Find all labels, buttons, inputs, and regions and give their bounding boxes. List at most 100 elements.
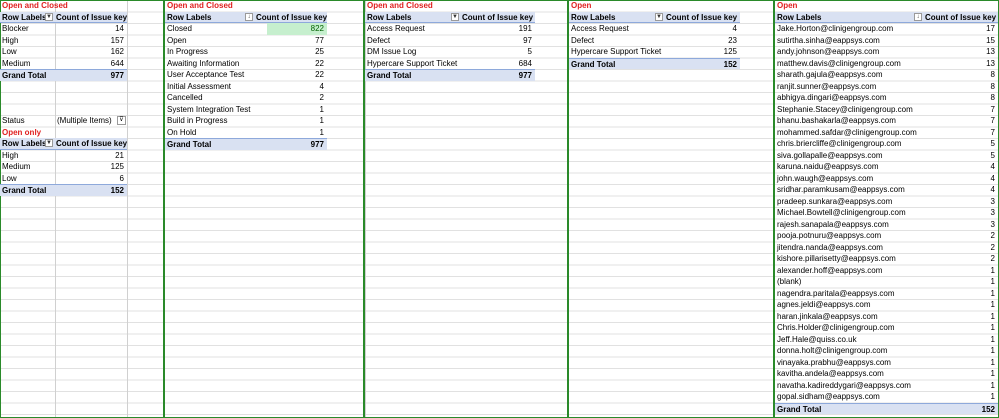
row-label: (blank) xyxy=(777,277,802,286)
pivot-row[interactable]: sharath.gajula@eappsys.com 8 xyxy=(775,69,998,81)
chevron-down-icon[interactable]: ▼ xyxy=(451,12,459,21)
row-value: 191 xyxy=(518,24,532,33)
row-label: High xyxy=(2,150,19,160)
pivot-row[interactable]: Stephanie.Stacey@clinigengroup.com 7 xyxy=(775,104,998,116)
pivot-row[interactable]: gopal.sidham@eappsys.com 1 xyxy=(775,391,998,403)
pivot-row[interactable]: Jake.Horton@clinigengroup.com 17 xyxy=(775,23,998,35)
row-value: 6 xyxy=(119,173,124,183)
grand-total-row: Grand Total 977 xyxy=(165,138,327,150)
pivot-row[interactable]: Chris.Holder@clinigengroup.com 1 xyxy=(775,322,998,334)
pivot-row[interactable]: sridhar.paramkusam@eappsys.com 4 xyxy=(775,184,998,196)
header-row-labels: Row Labels xyxy=(367,12,412,22)
pivot-row[interactable]: Low 6 xyxy=(0,173,127,185)
pivot-row[interactable]: andy.johnson@eappsys.com 13 xyxy=(775,46,998,58)
grand-total-row: Grand Total 152 xyxy=(0,184,127,196)
pivot-row[interactable]: Jeff.Hale@quiss.co.uk 1 xyxy=(775,334,998,346)
row-value: 5 xyxy=(990,139,995,148)
pivot-row[interactable]: chris.briercliffe@clinigengroup.com 5 xyxy=(775,138,998,150)
row-label: pradeep.sunkara@eappsys.com xyxy=(777,196,893,206)
pivot-issue-type: Open and Closed Row Labels ▼ Count of Is… xyxy=(365,0,535,81)
pivot-row[interactable]: In Progress 25 xyxy=(165,46,327,58)
total-label: Grand Total xyxy=(167,140,212,149)
row-value: 5 xyxy=(527,47,532,56)
pivot-row[interactable]: System Integration Test 1 xyxy=(165,104,327,116)
row-label: nagendra.paritala@eappsys.com xyxy=(777,288,895,298)
pivot-row[interactable]: Awaiting Information 22 xyxy=(165,58,327,70)
pivot-row[interactable]: Access Request 191 xyxy=(365,23,535,35)
row-value: 15 xyxy=(986,35,995,45)
pivot-row[interactable]: nagendra.paritala@eappsys.com 1 xyxy=(775,288,998,300)
row-value: 17 xyxy=(986,24,995,33)
row-label: Jeff.Hale@quiss.co.uk xyxy=(777,334,857,344)
funnel-icon[interactable]: ⊽ xyxy=(117,116,126,125)
row-label: kavitha.andela@eappsys.com xyxy=(777,369,884,378)
pivot-row[interactable]: High 157 xyxy=(0,35,127,47)
pivot-row[interactable]: Build in Progress 1 xyxy=(165,115,327,127)
chevron-down-icon[interactable]: ▼ xyxy=(45,12,53,21)
pivot-row[interactable]: Access Request 4 xyxy=(569,23,740,35)
row-value-selected[interactable]: 822 xyxy=(266,23,327,35)
pivot-row[interactable]: abhigya.dingari@eappsys.com 8 xyxy=(775,92,998,104)
pivot-row[interactable]: kavitha.andela@eappsys.com 1 xyxy=(775,368,998,380)
row-value: 7 xyxy=(990,104,995,114)
pivot-row[interactable]: Open 77 xyxy=(165,35,327,47)
pivot-row[interactable]: jitendra.nanda@eappsys.com 2 xyxy=(775,242,998,254)
pivot-row[interactable]: bhanu.bashakarla@eappsys.com 7 xyxy=(775,115,998,127)
pivot-row[interactable]: Medium 644 xyxy=(0,58,127,70)
pivot-row[interactable]: ranjit.sunner@eappsys.com 8 xyxy=(775,81,998,93)
pivot-row[interactable]: pradeep.sunkara@eappsys.com 3 xyxy=(775,196,998,208)
row-label: kishore.pillarisetty@eappsys.com xyxy=(777,254,896,263)
sort-descending-icon[interactable]: ↓ xyxy=(914,12,922,21)
pivot-row[interactable]: karuna.naidu@eappsys.com 4 xyxy=(775,161,998,173)
row-label: vinayaka.prabhu@eappsys.com xyxy=(777,357,891,367)
pivot-row[interactable]: Cancelled 2 xyxy=(165,92,327,104)
pivot-row[interactable]: haran.jinkala@eappsys.com 1 xyxy=(775,311,998,323)
pivot-row[interactable]: agnes.jeldi@eappsys.com 1 xyxy=(775,299,998,311)
pivot-row[interactable]: Closed 822 xyxy=(165,23,327,35)
pivot-row[interactable]: john.waugh@eappsys.com 4 xyxy=(775,173,998,185)
pivot-row[interactable]: User Acceptance Test 22 xyxy=(165,69,327,81)
pivot-row[interactable]: rajesh.sanapala@eappsys.com 3 xyxy=(775,219,998,231)
pivot-row[interactable]: Defect 97 xyxy=(365,35,535,47)
pivot-row[interactable]: mohammed.safdar@clinigengroup.com 7 xyxy=(775,127,998,139)
row-label: On Hold xyxy=(167,127,197,137)
pivot-row[interactable]: donna.holt@clinigengroup.com 1 xyxy=(775,345,998,357)
pivot-row[interactable]: On Hold 1 xyxy=(165,127,327,139)
pivot-row[interactable]: Initial Assessment 4 xyxy=(165,81,327,93)
row-value: 157 xyxy=(110,35,124,45)
report-filter[interactable]: Status (Multiple Items) ⊽ xyxy=(0,115,127,127)
pivot-row[interactable]: Defect 23 xyxy=(569,35,740,47)
pivot-row[interactable]: Hypercare Support Ticket 684 xyxy=(365,58,535,70)
pivot-row[interactable]: kishore.pillarisetty@eappsys.com 2 xyxy=(775,253,998,265)
total-label: Grand Total xyxy=(571,59,616,69)
filter-label: Status xyxy=(2,116,25,125)
pivot-row[interactable]: pooja.potnuru@eappsys.com 2 xyxy=(775,230,998,242)
sort-descending-icon[interactable]: ↓ xyxy=(245,12,253,21)
pivot-row[interactable]: Blocker 14 xyxy=(0,23,127,35)
row-label: Jake.Horton@clinigengroup.com xyxy=(777,24,894,33)
pivot-row[interactable]: DM Issue Log 5 xyxy=(365,46,535,58)
pivot-row[interactable]: Low 162 xyxy=(0,46,127,58)
row-value: 14 xyxy=(115,24,124,33)
pivot-row[interactable]: High 21 xyxy=(0,150,127,162)
row-value: 8 xyxy=(990,70,995,79)
pivot-row[interactable]: Hypercare Support Ticket 125 xyxy=(569,46,740,58)
row-label: High xyxy=(2,35,19,45)
pivot-row[interactable]: matthew.davis@clinigengroup.com 13 xyxy=(775,58,998,70)
pivot-row[interactable]: siva.gollapalle@eappsys.com 5 xyxy=(775,150,998,162)
pivot-row[interactable]: vinayaka.prabhu@eappsys.com 1 xyxy=(775,357,998,369)
pivot-row[interactable]: Michael.Bowtell@clinigengroup.com 3 xyxy=(775,207,998,219)
pivot-row[interactable]: (blank) 1 xyxy=(775,276,998,288)
pivot-row[interactable]: alexander.hoff@eappsys.com 1 xyxy=(775,265,998,277)
row-label: DM Issue Log xyxy=(367,47,417,56)
pivot-row[interactable]: navatha.kadireddygari@eappsys.com 1 xyxy=(775,380,998,392)
chevron-down-icon[interactable]: ▼ xyxy=(45,139,53,147)
row-value: 125 xyxy=(110,162,124,171)
spreadsheet-grid[interactable]: Open and Closed Row Labels ▼ Count of Is… xyxy=(0,0,999,418)
pivot-row[interactable]: Medium 125 xyxy=(0,161,127,173)
row-label: sutirtha.sinha@eappsys.com xyxy=(777,35,880,45)
row-value: 1 xyxy=(990,288,995,298)
pivot-row[interactable]: sutirtha.sinha@eappsys.com 15 xyxy=(775,35,998,47)
chevron-down-icon[interactable]: ▼ xyxy=(655,12,663,21)
pivot-issue-type-open: Open Row Labels ▼ Count of Issue key Acc… xyxy=(569,0,740,69)
